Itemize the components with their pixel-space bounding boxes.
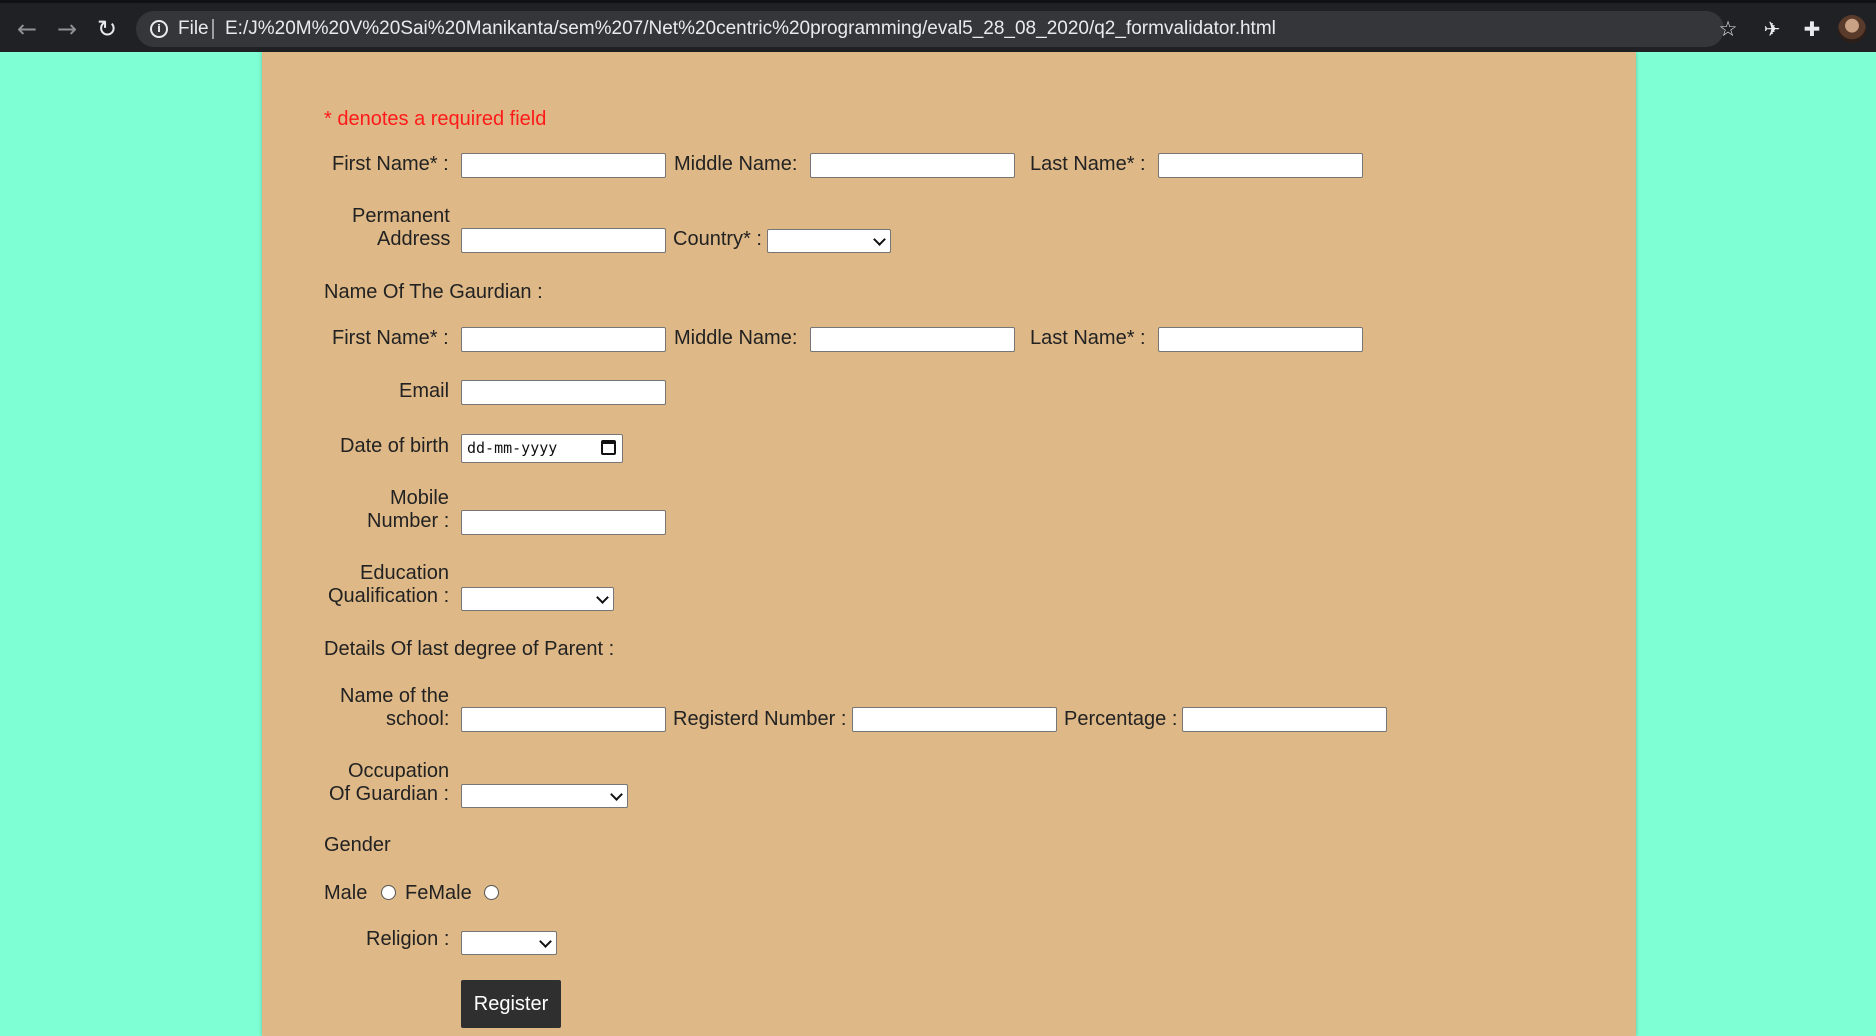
- country-label: Country* :: [673, 228, 762, 250]
- gender-heading: Gender: [324, 834, 391, 856]
- extension-icon[interactable]: ✈: [1758, 15, 1786, 43]
- middle-name-label: Middle Name:: [674, 153, 798, 175]
- guardian-middle-name-input[interactable]: [810, 327, 1015, 352]
- education-label-line2: Qualification :: [328, 585, 450, 607]
- url-separator: [212, 19, 214, 39]
- chevron-down-icon: [596, 591, 609, 604]
- reload-icon[interactable]: ↻: [93, 15, 121, 43]
- middle-name-input[interactable]: [810, 153, 1015, 178]
- education-label-line1: Education: [360, 562, 449, 584]
- male-radio[interactable]: [381, 885, 396, 900]
- education-qualification-select[interactable]: [461, 587, 614, 611]
- permanent-address-input[interactable]: [461, 228, 666, 253]
- guardian-last-name-input[interactable]: [1158, 327, 1363, 352]
- chevron-down-icon: [539, 935, 552, 948]
- religion-select[interactable]: [461, 931, 557, 955]
- guardian-middle-name-label: Middle Name:: [674, 327, 798, 349]
- school-label-line1: Name of the: [340, 685, 449, 707]
- last-name-label: Last Name* :: [1030, 153, 1146, 175]
- school-label-line2: school:: [386, 708, 450, 730]
- religion-label: Religion :: [366, 928, 450, 950]
- mobile-number-input[interactable]: [461, 510, 666, 535]
- dob-date-input[interactable]: dd-mm-yyyy: [461, 434, 623, 463]
- permanent-address-label-line1: Permanent: [352, 205, 450, 227]
- first-name-input[interactable]: [461, 153, 666, 178]
- puzzle-extensions-icon[interactable]: ✚: [1798, 15, 1826, 43]
- bookmark-star-icon[interactable]: ☆: [1710, 11, 1746, 47]
- email-label: Email: [399, 380, 450, 402]
- address-bar[interactable]: i File E:/J%20M%20V%20Sai%20Manikanta/se…: [136, 11, 1737, 47]
- occupation-label-line1: Occupation: [348, 760, 450, 782]
- calendar-icon[interactable]: [601, 440, 616, 455]
- guardian-heading: Name Of The Gaurdian :: [324, 281, 543, 303]
- register-button[interactable]: Register: [461, 980, 561, 1028]
- guardian-last-name-label: Last Name* :: [1030, 327, 1146, 349]
- percentage-label: Percentage :: [1064, 708, 1178, 730]
- first-name-label: First Name* :: [332, 153, 449, 175]
- dob-label: Date of birth: [340, 435, 449, 457]
- female-radio[interactable]: [484, 885, 499, 900]
- guardian-first-name-label: First Name* :: [332, 327, 449, 349]
- female-label: FeMale: [405, 882, 472, 904]
- browser-toolbar: ← → ↻ i File E:/J%20M%20V%20Sai%20Manika…: [0, 0, 1876, 52]
- school-name-input[interactable]: [461, 707, 666, 732]
- registered-number-input[interactable]: [852, 707, 1057, 732]
- chevron-down-icon: [610, 788, 623, 801]
- url-scheme-label: File: [178, 18, 209, 39]
- dob-placeholder: dd-mm-yyyy: [467, 439, 558, 457]
- form-panel: * denotes a required field First Name* :…: [262, 52, 1636, 1036]
- male-label: Male: [324, 882, 368, 904]
- country-select[interactable]: [767, 229, 891, 253]
- occupation-label-line2: Of Guardian :: [329, 783, 450, 805]
- back-arrow-icon[interactable]: ←: [13, 15, 41, 43]
- email-input[interactable]: [461, 380, 666, 405]
- url-text[interactable]: E:/J%20M%20V%20Sai%20Manikanta/sem%207/N…: [225, 11, 1276, 47]
- mobile-label-line2: Number :: [367, 510, 450, 532]
- guardian-first-name-input[interactable]: [461, 327, 666, 352]
- profile-avatar[interactable]: [1838, 15, 1866, 43]
- last-name-input[interactable]: [1158, 153, 1363, 178]
- occupation-select[interactable]: [461, 784, 628, 808]
- forward-arrow-icon[interactable]: →: [53, 15, 81, 43]
- mobile-label-line1: Mobile: [390, 487, 449, 509]
- permanent-address-label-line2: Address: [377, 228, 451, 250]
- chevron-down-icon: [873, 233, 886, 246]
- info-icon[interactable]: i: [150, 20, 168, 38]
- parent-degree-heading: Details Of last degree of Parent :: [324, 638, 615, 660]
- percentage-input[interactable]: [1182, 707, 1387, 732]
- registered-number-label: Registerd Number :: [673, 708, 847, 730]
- required-field-note: * denotes a required field: [324, 108, 547, 130]
